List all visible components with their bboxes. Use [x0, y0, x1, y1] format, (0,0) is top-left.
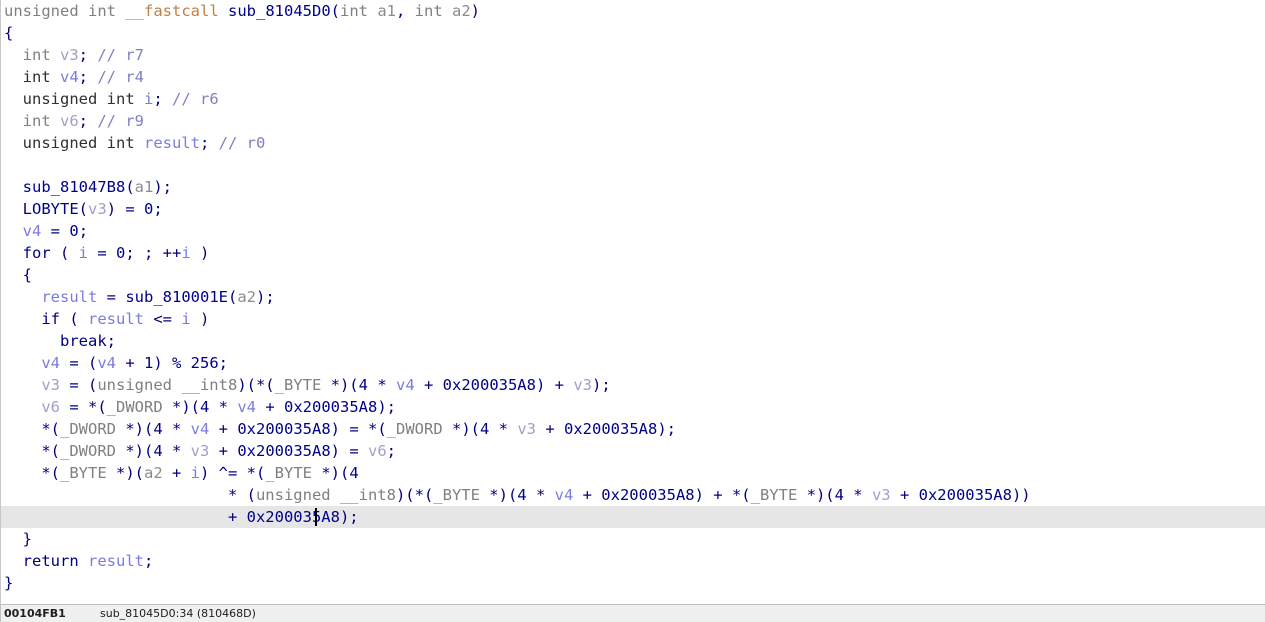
number-token: 0x200035A8 [442, 376, 536, 394]
code-line[interactable]: unsigned int i; // r6 [1, 88, 1265, 110]
macro-token[interactable]: LOBYTE [23, 200, 79, 218]
comment-token: // r9 [97, 112, 145, 130]
code-line[interactable]: v4 = (v4 + 1) % 256; [1, 352, 1265, 374]
code-line[interactable]: *(_DWORD *)(4 * v3 + 0x200035A8) = v6; [1, 440, 1265, 462]
code-line[interactable]: { [1, 22, 1265, 44]
function-name-token[interactable]: sub_81045D0 [228, 2, 331, 20]
pseudocode-pane[interactable]: unsigned int __fastcall sub_81045D0(int … [0, 0, 1265, 604]
local-var-token[interactable]: result [88, 552, 144, 570]
called-function-token[interactable]: sub_81047B8 [23, 178, 126, 196]
code-line-current[interactable]: + 0x200035A8); [1, 506, 1265, 528]
pseudocode-text[interactable]: unsigned int __fastcall sub_81045D0(int … [1, 0, 1265, 594]
argument-token[interactable]: a2 [452, 2, 471, 20]
argument-token[interactable]: a1 [377, 2, 396, 20]
argument-token[interactable]: a1 [135, 178, 154, 196]
local-var-token[interactable]: i [144, 90, 153, 108]
local-var-token[interactable]: v3 [191, 442, 210, 460]
local-var-token[interactable]: v3 [517, 420, 536, 438]
local-var-token[interactable]: i [79, 244, 88, 262]
code-line[interactable]: int v3; // r7 [1, 44, 1265, 66]
comment-token: // r6 [172, 90, 219, 108]
argument-token[interactable]: a2 [144, 464, 163, 482]
status-bar-offset: 00104FB1 [4, 607, 66, 620]
local-var-token[interactable]: v3 [41, 376, 60, 394]
comment-token: // r4 [97, 68, 145, 86]
code-line[interactable]: * (unsigned __int8)(*(_BYTE *)(4 * v4 + … [1, 484, 1265, 506]
code-line[interactable]: LOBYTE(v3) = 0; [1, 198, 1265, 220]
code-line[interactable]: for ( i = 0; ; ++i ) [1, 242, 1265, 264]
calling-convention-token: __fastcall [125, 2, 219, 20]
keyword-token: if [4, 310, 70, 328]
number-token: 0x200035A8 [284, 398, 378, 416]
local-var-token[interactable]: v4 [23, 222, 42, 240]
code-line[interactable]: sub_81047B8(a1); [1, 176, 1265, 198]
local-var-token[interactable]: v4 [555, 486, 574, 504]
status-bar: 00104FB1 sub_81045D0:34 (810468D) [0, 604, 1265, 622]
local-var-token[interactable]: v3 [88, 200, 107, 218]
called-function-token[interactable]: sub_810001E [125, 288, 228, 306]
local-var-token[interactable]: v6 [368, 442, 387, 460]
text-caret [315, 508, 317, 526]
code-line[interactable]: break; [1, 330, 1265, 352]
code-line[interactable]: *(_BYTE *)(a2 + i) ^= *(_BYTE *)(4 [1, 462, 1265, 484]
local-var-token[interactable]: v4 [97, 354, 116, 372]
local-var-token[interactable]: v3 [573, 376, 592, 394]
local-var-token[interactable]: i [181, 244, 190, 262]
number-token: 0 [144, 200, 154, 218]
code-line[interactable]: *(_DWORD *)(4 * v4 + 0x200035A8) = *(_DW… [1, 418, 1265, 440]
local-var-token[interactable]: v4 [60, 68, 79, 86]
local-var-token[interactable]: v4 [396, 376, 415, 394]
number-token: 0 [69, 222, 79, 240]
keyword-token: for [4, 244, 60, 262]
local-var-token[interactable]: v3 [872, 486, 891, 504]
local-var-token[interactable]: v4 [237, 398, 256, 416]
number-token: 0x200035A8 [246, 508, 340, 526]
code-line[interactable]: return result; [1, 550, 1265, 572]
local-var-token[interactable]: i [181, 310, 190, 328]
argument-token[interactable]: a2 [237, 288, 256, 306]
local-var-token[interactable]: i [191, 464, 200, 482]
local-var-token[interactable]: result [88, 310, 144, 328]
local-var-token[interactable]: v6 [41, 398, 60, 416]
local-var-token[interactable]: v3 [60, 46, 79, 64]
code-line[interactable]: int v6; // r9 [1, 110, 1265, 132]
local-var-token[interactable]: result [41, 288, 97, 306]
code-line[interactable]: v4 = 0; [1, 220, 1265, 242]
type-token: unsigned int [4, 2, 126, 20]
comment-token: // r0 [218, 134, 266, 152]
code-line[interactable]: unsigned int __fastcall sub_81045D0(int … [1, 0, 1265, 22]
local-var-token[interactable]: v4 [41, 354, 60, 372]
comment-token: // r7 [97, 46, 145, 64]
code-line[interactable]: { [1, 264, 1265, 286]
code-line[interactable] [1, 154, 1265, 176]
code-line[interactable]: result = sub_810001E(a2); [1, 286, 1265, 308]
code-line[interactable]: v6 = *(_DWORD *)(4 * v4 + 0x200035A8); [1, 396, 1265, 418]
code-line[interactable]: } [1, 572, 1265, 594]
local-var-token[interactable]: v6 [60, 112, 79, 130]
status-bar-separator [0, 605, 1, 621]
local-var-token[interactable]: result [144, 134, 200, 152]
status-bar-location: sub_81045D0:34 (810468D) [100, 607, 256, 620]
local-var-token[interactable]: v4 [191, 420, 210, 438]
code-line[interactable]: int v4; // r4 [1, 66, 1265, 88]
code-line[interactable]: v3 = (unsigned __int8)(*(_BYTE *)(4 * v4… [1, 374, 1265, 396]
code-line[interactable]: if ( result <= i ) [1, 308, 1265, 330]
keyword-token: return [4, 552, 88, 570]
code-line[interactable]: } [1, 528, 1265, 550]
code-line[interactable]: unsigned int result; // r0 [1, 132, 1265, 154]
keyword-token: break [4, 332, 107, 350]
number-token: 256 [190, 354, 219, 372]
